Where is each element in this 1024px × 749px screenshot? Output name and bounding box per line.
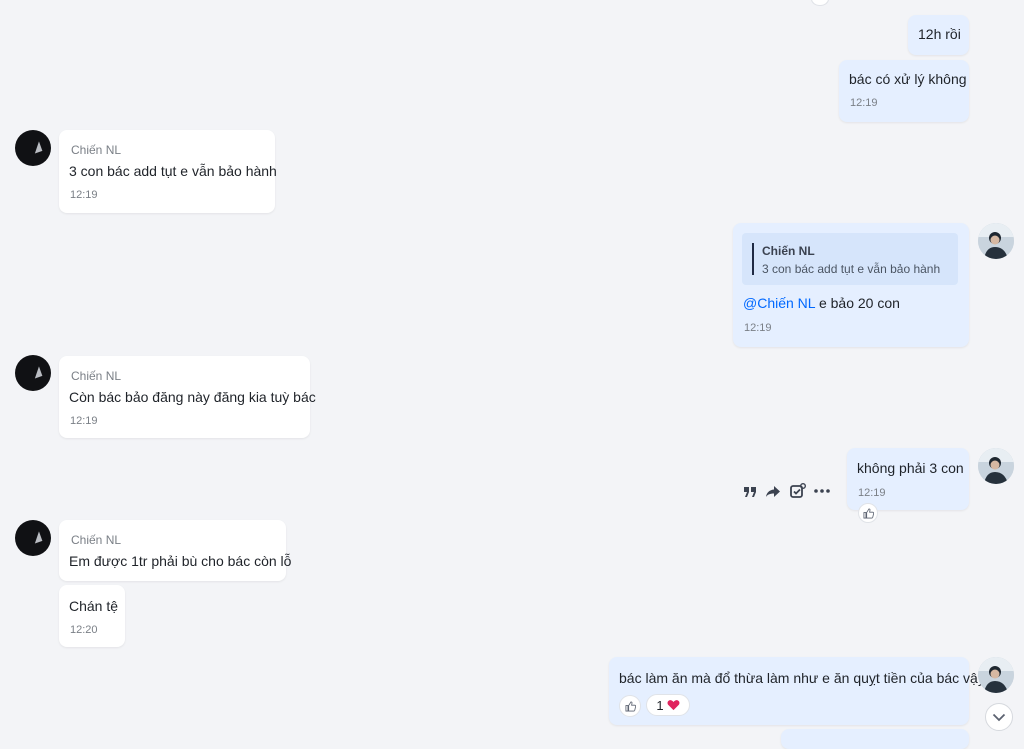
incoming-message[interactable]: Chiến NL 3 con bác add tụt e vẫn bảo hàn…	[59, 130, 277, 213]
scroll-to-bottom-button[interactable]	[985, 703, 1013, 731]
message-text: 12h rồi	[918, 26, 961, 42]
forward-icon[interactable]	[763, 482, 783, 502]
message-text: không phải 3 con	[857, 460, 964, 476]
quoted-message[interactable]: Chiến NL 3 con bác add tụt e vẫn bảo hàn…	[742, 233, 958, 285]
thumbs-up-icon	[863, 508, 874, 518]
avatar[interactable]	[978, 223, 1014, 259]
partial-reaction-button[interactable]	[811, 0, 829, 6]
reaction-summary[interactable]: 1	[646, 694, 690, 716]
avatar[interactable]	[15, 355, 51, 391]
reaction-button[interactable]	[858, 503, 878, 523]
message-time: 12:20	[70, 624, 98, 636]
message-time: 12:19	[858, 487, 886, 499]
message-text: Chán tệ	[69, 598, 119, 614]
user-photo	[978, 448, 1014, 484]
message-time: 12:19	[850, 97, 878, 109]
sender-name: Chiến NL	[71, 533, 122, 547]
chevron-down-icon	[992, 713, 1006, 721]
user-photo	[978, 657, 1014, 693]
outgoing-message-partial[interactable]	[781, 729, 969, 749]
heart-icon	[667, 700, 680, 711]
outgoing-message[interactable]: Chiến NL 3 con bác add tụt e vẫn bảo hàn…	[733, 223, 969, 347]
quote-text: 3 con bác add tụt e vẫn bảo hành	[762, 262, 941, 276]
avatar[interactable]	[15, 520, 51, 556]
message-text-line: @Chiến NL e bảo 20 con	[743, 295, 900, 311]
message-text: bác có xử lý không	[849, 71, 967, 87]
thumbs-up-icon	[625, 701, 636, 711]
message-time: 12:19	[744, 322, 772, 334]
outgoing-message[interactable]: 12h rồi	[908, 15, 969, 55]
sender-name: Chiến NL	[71, 143, 122, 157]
quote-bar	[752, 243, 754, 275]
message-text: bác làm ăn mà đổ thừa làm như e ăn quỵt …	[619, 670, 985, 686]
outgoing-message[interactable]: không phải 3 con 12:19	[847, 448, 969, 510]
message-time: 12:19	[70, 189, 98, 201]
quote-author: Chiến NL	[762, 244, 815, 258]
avatar[interactable]	[978, 657, 1014, 693]
message-text: Còn bác bảo đăng này đăng kia tuỳ bác	[69, 389, 316, 405]
user-photo	[978, 223, 1014, 259]
incoming-message[interactable]: Chán tệ 12:20	[59, 585, 125, 647]
reaction-count: 1	[656, 697, 664, 713]
outgoing-message[interactable]: bác làm ăn mà đổ thừa làm như e ăn quỵt …	[609, 657, 985, 725]
mention-link[interactable]: @Chiến NL	[743, 295, 815, 311]
incoming-message[interactable]: Chiến NL Còn bác bảo đăng này đăng kia t…	[59, 356, 316, 438]
message-time: 12:19	[70, 415, 98, 427]
avatar[interactable]	[15, 130, 51, 166]
reaction-button[interactable]	[619, 695, 641, 717]
message-text: Em được 1tr phải bù cho bác còn lỗ	[69, 553, 292, 569]
incoming-message[interactable]: Chiến NL Em được 1tr phải bù cho bác còn…	[59, 520, 291, 581]
more-icon[interactable]	[812, 481, 832, 501]
outgoing-message[interactable]: bác có xử lý không 12:19	[839, 60, 969, 122]
message-text: e bảo 20 con	[815, 295, 900, 311]
add-task-icon[interactable]	[788, 481, 808, 501]
sender-name: Chiến NL	[71, 369, 122, 383]
avatar[interactable]	[978, 448, 1014, 484]
message-text: 3 con bác add tụt e vẫn bảo hành	[69, 163, 277, 179]
quote-icon[interactable]	[740, 482, 760, 502]
